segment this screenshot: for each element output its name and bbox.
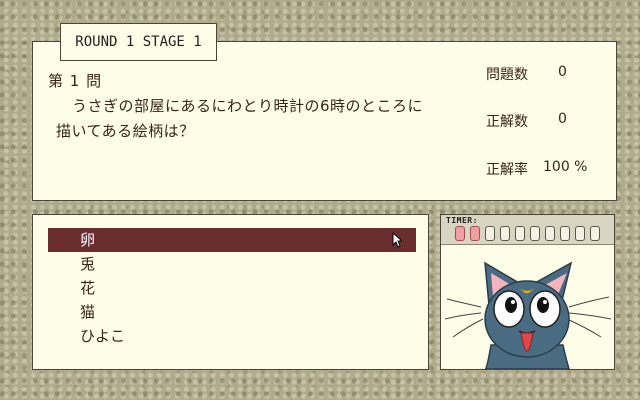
timer-panel: TIMER: — [440, 214, 615, 370]
timer-bar: TIMER: — [441, 215, 614, 245]
questions-count-value: 0 — [558, 64, 567, 80]
timer-cell — [560, 226, 570, 241]
answer-option-2[interactable]: 兎 — [48, 252, 416, 276]
correct-rate-value: 100 % — [543, 159, 588, 175]
timer-cell — [500, 226, 510, 241]
timer-cell — [575, 226, 585, 241]
timer-cell — [485, 226, 495, 241]
correct-rate-label: 正解率 — [486, 162, 528, 178]
answer-label: 兎 — [80, 255, 96, 273]
question-number: 第 1 問 — [48, 72, 103, 90]
timer-cell — [470, 226, 480, 241]
round-stage-label: ROUND 1 STAGE 1 — [60, 23, 217, 61]
answer-option-4[interactable]: 猫 — [48, 300, 416, 324]
questions-count-label: 問題数 — [486, 67, 528, 83]
answer-label: 花 — [80, 279, 96, 297]
timer-cell — [455, 226, 465, 241]
answer-label: ひよこ — [80, 327, 126, 345]
answer-panel: 卵 兎 花 猫 ひよこ — [32, 214, 429, 370]
answer-label: 猫 — [80, 303, 96, 321]
question-text-line-2: 描いてある絵柄は？ — [56, 122, 195, 140]
timer-cell — [515, 226, 525, 241]
luna-cat-icon — [444, 261, 612, 369]
mouse-cursor-icon — [392, 232, 402, 248]
answer-option-5[interactable]: ひよこ — [48, 324, 416, 348]
answer-option-1[interactable]: 卵 — [48, 228, 416, 252]
answer-list: 卵 兎 花 猫 ひよこ — [48, 228, 416, 348]
timer-cell — [545, 226, 555, 241]
question-text-line-1: うさぎの部屋にあるにわとり時計の6時のところに — [72, 97, 424, 115]
question-panel: 第 1 問 うさぎの部屋にあるにわとり時計の6時のところに 描いてある絵柄は？ … — [32, 41, 617, 201]
correct-count-value: 0 — [558, 111, 567, 127]
timer-label: TIMER: — [446, 216, 478, 225]
answer-option-3[interactable]: 花 — [48, 276, 416, 300]
timer-cell — [590, 226, 600, 241]
answer-label: 卵 — [80, 231, 96, 249]
timer-cell — [530, 226, 540, 241]
correct-count-label: 正解数 — [486, 114, 528, 130]
